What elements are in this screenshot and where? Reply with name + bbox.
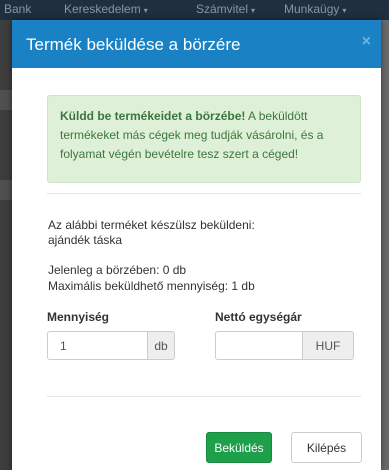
top-navbar: Bank Kereskedelem ▾ Számvitel ▾ Munkaügy ▾ [0, 0, 389, 20]
quantity-label: Mennyiség [47, 310, 110, 324]
background-sidebar [0, 20, 12, 470]
nav-item-kereskedelem[interactable]: Kereskedelem ▾ [64, 2, 148, 16]
max-quantity-text: Maximális beküldhető mennyiség: 1 db [48, 279, 255, 293]
sidebar-band [0, 180, 12, 200]
price-input[interactable] [215, 331, 303, 360]
current-stock-text: Jelenleg a börzében: 0 db [48, 263, 187, 277]
chevron-down-icon: ▾ [342, 6, 347, 15]
sidebar-band [0, 90, 12, 110]
chevron-down-icon: ▾ [143, 6, 148, 15]
modal-dialog: Termék beküldése a börzére × Küldd be te… [12, 20, 381, 470]
info-alert: Küldd be termékeidet a börzébe! A beküld… [47, 95, 361, 183]
price-input-group: HUF [215, 331, 354, 360]
submit-button[interactable]: Beküldés [206, 432, 272, 463]
chevron-down-icon: ▾ [251, 6, 256, 15]
nav-item-munkaugy[interactable]: Munkaügy ▾ [284, 2, 346, 16]
quantity-input[interactable] [47, 331, 148, 360]
product-info-text: Az alábbi terméket készülsz beküldeni: a… [48, 218, 255, 247]
cancel-button[interactable]: Kilépés [291, 432, 362, 463]
quantity-unit-addon: db [148, 331, 175, 360]
nav-item-bank[interactable]: Bank [4, 2, 31, 16]
modal-title: Termék beküldése a börzére [26, 35, 241, 54]
background-content [381, 20, 389, 470]
divider [47, 193, 361, 194]
divider [47, 396, 361, 397]
price-unit-addon: HUF [303, 331, 354, 360]
close-icon[interactable]: × [362, 33, 371, 51]
modal-header: Termék beküldése a börzére × [12, 20, 381, 68]
price-label: Nettó egységár [215, 310, 302, 324]
nav-item-szamvitel[interactable]: Számvitel ▾ [196, 2, 255, 16]
alert-heading: Küldd be termékeidet a börzébe! [60, 109, 246, 123]
quantity-input-group: db [47, 331, 175, 360]
